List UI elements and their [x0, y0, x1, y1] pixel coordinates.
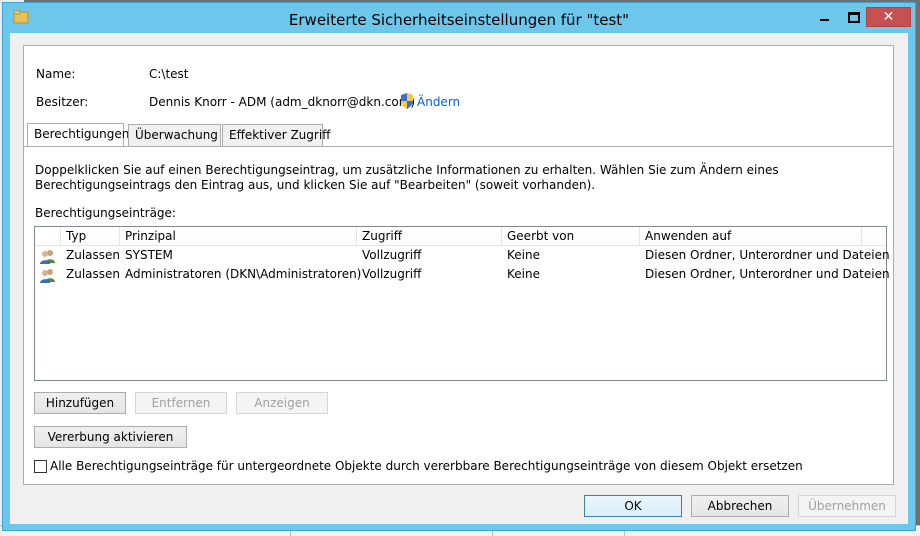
content-frame: Name: C:\test Besitzer: Dennis Knorr - A…	[23, 45, 894, 485]
title-bar[interactable]: Erweiterte Sicherheitseinstellungen für …	[3, 3, 915, 33]
add-button[interactable]: Hinzufügen	[34, 392, 126, 414]
user-group-icon	[40, 269, 55, 283]
description-text: Doppelklicken Sie auf einen Berechtigung…	[35, 163, 779, 192]
view-button[interactable]: Anzeigen	[236, 392, 328, 414]
owner-value: Dennis Knorr - ADM (adm_dknorr@dkn.com)	[149, 95, 416, 109]
advanced-security-dialog: Erweiterte Sicherheitseinstellungen für …	[2, 2, 916, 531]
owner-label: Besitzer:	[36, 95, 89, 109]
ok-button[interactable]: OK	[584, 495, 682, 517]
row-applies-to: Diesen Ordner, Unterordner und Dateien	[645, 267, 890, 281]
cancel-button[interactable]: Abbrechen	[691, 495, 789, 517]
row-principal: SYSTEM	[125, 248, 173, 262]
row-type: Zulassen	[66, 248, 121, 262]
row-applies-to: Diesen Ordner, Unterordner und Dateien	[645, 248, 890, 262]
close-button[interactable]: ✕	[866, 7, 911, 27]
minimize-button[interactable]	[811, 7, 839, 27]
row-access: Vollzugriff	[362, 248, 422, 262]
window-title: Erweiterte Sicherheitseinstellungen für …	[288, 11, 630, 29]
dialog-body: Name: C:\test Besitzer: Dennis Knorr - A…	[10, 33, 908, 524]
apply-button[interactable]: Übernehmen	[798, 495, 896, 517]
tab-permissions[interactable]: Berechtigungen	[27, 123, 129, 146]
tab-strip-border	[24, 146, 893, 147]
row-inherited-from: Keine	[507, 267, 540, 281]
remove-button[interactable]: Entfernen	[135, 392, 227, 414]
permission-entries-label: Berechtigungseinträge:	[35, 206, 176, 220]
column-header-inherited-from[interactable]: Geerbt von	[502, 227, 640, 245]
column-header-type[interactable]: Typ	[61, 227, 120, 245]
row-principal: Administratoren (DKN\Administratoren)	[125, 267, 362, 281]
tab-auditing[interactable]: Überwachung	[128, 124, 221, 146]
row-type: Zulassen	[66, 267, 121, 281]
replace-child-permissions-label[interactable]: Alle Berechtigungseinträge für untergeor…	[50, 459, 803, 473]
row-access: Vollzugriff	[362, 267, 422, 281]
permission-entries-list[interactable]: Typ Prinzipal Zugriff Geerbt von Anwende…	[34, 226, 890, 381]
enable-inheritance-button[interactable]: Vererbung aktivieren	[34, 426, 187, 448]
column-header-principal[interactable]: Prinzipal	[120, 227, 357, 245]
user-group-icon	[40, 250, 55, 264]
column-header-icon	[35, 227, 61, 245]
uac-shield-icon	[401, 93, 413, 109]
tab-effective-access[interactable]: Effektiver Zugriff	[222, 124, 330, 146]
list-header: Typ Prinzipal Zugriff Geerbt von Anwende…	[35, 227, 886, 246]
table-row[interactable]: Zulassen SYSTEM Vollzugriff Keine Diesen…	[35, 246, 890, 265]
close-icon: ✕	[882, 9, 895, 25]
column-header-applies-to[interactable]: Anwenden auf	[640, 227, 862, 245]
column-header-access[interactable]: Zugriff	[357, 227, 502, 245]
replace-child-permissions-checkbox[interactable]	[34, 460, 47, 473]
change-owner-link[interactable]: Ändern	[417, 95, 460, 109]
name-value: C:\test	[149, 67, 189, 81]
name-label: Name:	[36, 67, 76, 81]
table-row[interactable]: Zulassen Administratoren (DKN\Administra…	[35, 265, 890, 284]
maximize-button[interactable]	[839, 7, 866, 27]
row-inherited-from: Keine	[507, 248, 540, 262]
